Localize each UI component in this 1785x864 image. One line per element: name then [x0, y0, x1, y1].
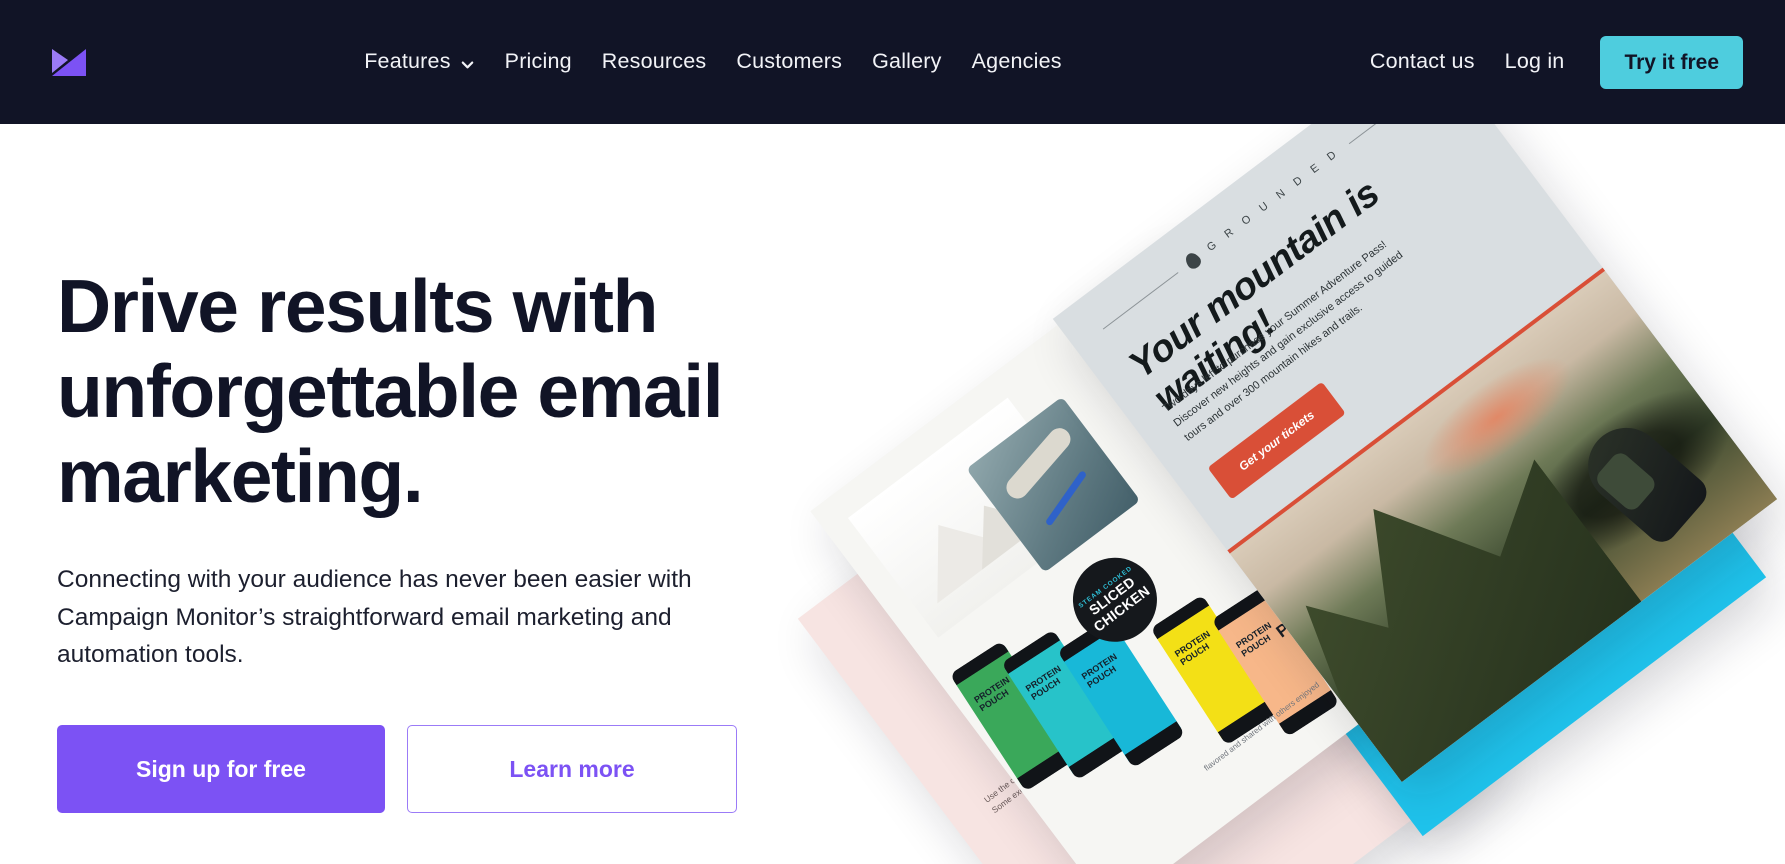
sunset-glow — [1404, 335, 1590, 500]
nav-item-agencies[interactable]: Agencies — [972, 51, 1062, 73]
leaf-icon — [1182, 249, 1204, 272]
nav-item-gallery[interactable]: Gallery — [872, 51, 942, 73]
nav-item-features[interactable]: Features — [364, 51, 474, 73]
try-it-free-button[interactable]: Try it free — [1600, 35, 1743, 89]
nav-item-customers[interactable]: Customers — [736, 51, 842, 73]
nav-item-resources[interactable]: Resources — [602, 51, 707, 73]
nav-item-pricing[interactable]: Pricing — [505, 51, 572, 73]
hero-section: Drive results with unforgettable email m… — [0, 124, 1785, 864]
nav-log-in-link[interactable]: Log in — [1505, 51, 1565, 73]
top-navigation-bar: Features Pricing Resources Customers Gal… — [0, 0, 1785, 124]
hero-copy-block: Drive results with unforgettable email m… — [57, 264, 817, 814]
primary-nav: Features Pricing Resources Customers Gal… — [56, 51, 1370, 73]
page-title: Drive results with unforgettable email m… — [57, 264, 724, 519]
chevron-down-icon — [460, 57, 475, 72]
hero-email-template-artwork: day er. Use the code MACRO25 at checkout… — [797, 124, 1785, 864]
sign-up-for-free-button[interactable]: Sign up for free — [57, 725, 385, 814]
hero-subcopy: Connecting with your audience has never … — [57, 566, 692, 668]
hero-cta-row: Sign up for free Learn more — [57, 725, 817, 814]
learn-more-button[interactable]: Learn more — [407, 725, 737, 814]
hiker-figure — [1572, 412, 1713, 549]
nav-item-features-label: Features — [364, 49, 451, 74]
secondary-nav: Contact us Log in Try it free — [1370, 35, 1743, 89]
nav-contact-us-link[interactable]: Contact us — [1370, 51, 1475, 73]
